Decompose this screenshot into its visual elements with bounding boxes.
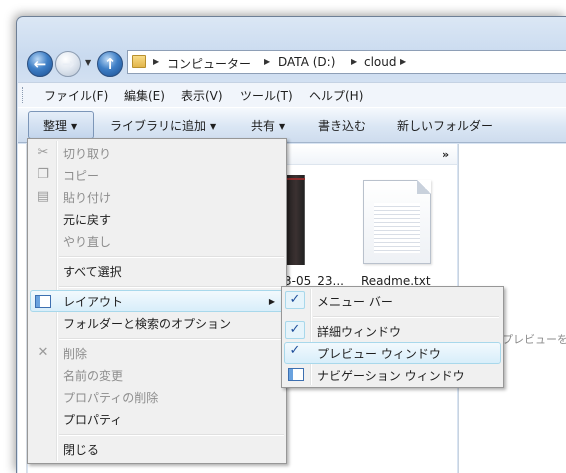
submenu-item-menu-bar[interactable]: ✓ メニュー バー [284,290,501,312]
menu-item-properties[interactable]: プロパティ [30,408,284,430]
menu-item-select-all-label: すべて選択 [63,265,122,279]
menubar-grip [22,87,25,103]
menu-item-properties-label: プロパティ [63,413,123,427]
layout-icon [35,295,51,308]
share-button[interactable]: 共有 ▼ [251,117,285,134]
organize-button[interactable]: 整理 ▼ [43,117,77,134]
menu-separator [59,338,284,340]
crumb-drive[interactable]: DATA (D:) [278,55,335,69]
column-header[interactable] [284,145,457,165]
menu-item-paste-label: 貼り付け [63,191,112,205]
menu-file[interactable]: ファイル(F) [44,87,108,104]
menu-separator [59,286,284,288]
menu-item-folder-options-label: フォルダーと検索のオプション [63,317,232,331]
menu-item-layout-label: レイアウト [63,295,124,309]
submenu-item-menu-bar-label: メニュー バー [317,295,393,309]
menu-item-delete[interactable]: ✕ 削除 [30,342,284,364]
chevron-down-icon: ▼ [71,122,78,131]
folder-icon [132,55,146,68]
menu-item-remove-properties-label: プロパティの削除 [63,391,159,405]
menu-item-undo[interactable]: 元に戻す [30,208,284,230]
submenu-item-preview-pane-label: プレビュー ウィンドウ [317,347,441,361]
clipboard-icon: ▤ [36,189,50,204]
menu-item-copy-label: コピー [63,169,100,183]
crumb-separator-icon[interactable]: ▶ [351,57,357,66]
menu-item-copy[interactable]: ❐ コピー [30,164,284,186]
text-lines-decoration [374,203,420,253]
text-file-icon[interactable] [363,180,431,264]
add-to-library-button[interactable]: ライブラリに追加 ▼ [110,117,216,134]
navigation-pane [18,144,27,473]
submenu-item-details-pane-label: 詳細ウィンドウ [317,325,402,339]
menu-tools[interactable]: ツール(T) [240,87,293,104]
scissors-icon: ✂ [37,145,49,160]
menu-help[interactable]: ヘルプ(H) [309,87,363,104]
chevron-down-icon: ▼ [279,122,286,131]
back-button[interactable]: ← [27,51,53,77]
share-label: 共有 [251,119,276,133]
submenu-item-details-pane[interactable]: ✓ 詳細ウィンドウ [284,320,501,342]
checkmark-icon: ✓ [289,343,301,358]
menu-item-cut-label: 切り取り [63,147,112,161]
navigation-pane-icon [288,368,304,381]
forward-button[interactable]: → [55,51,81,77]
submenu-item-navigation-pane-label: ナビゲーション ウィンドウ [317,369,465,383]
menu-bar: ファイル(F) 編集(E) 表示(V) ツール(T) ヘルプ(H) [18,82,566,107]
submenu-arrow-icon: ▶ [268,297,275,306]
menu-edit[interactable]: 編集(E) [124,87,165,104]
menu-item-undo-label: 元に戻す [63,213,112,227]
crumb-separator-icon[interactable]: ▶ [153,57,159,66]
submenu-item-navigation-pane[interactable]: ナビゲーション ウィンドウ [284,364,501,386]
menu-item-delete-label: 削除 [63,347,88,361]
menu-item-rename-label: 名前の変更 [63,369,124,383]
menu-item-redo[interactable]: やり直し [30,230,284,252]
menu-item-select-all[interactable]: すべて選択 [30,260,284,282]
organize-menu: ✂ 切り取り ❐ コピー ▤ 貼り付け 元に戻す やり直し すべて選択 レイアウ… [27,138,287,464]
crumb-separator-icon[interactable]: ▶ [400,57,406,66]
menu-item-paste[interactable]: ▤ 貼り付け [30,186,284,208]
preview-placeholder: プレビューを [502,333,566,346]
menu-item-cut[interactable]: ✂ 切り取り [30,142,284,164]
crumb-computer[interactable]: コンピューター [167,55,251,72]
menu-item-layout[interactable]: レイアウト ▶ [30,290,284,312]
back-arrow-icon: ← [33,55,47,73]
checkmark-icon: ✓ [285,321,305,339]
menu-item-rename[interactable]: 名前の変更 [30,364,284,386]
menu-item-redo-label: やり直し [63,235,112,249]
recent-pages-caret-icon[interactable]: ▼ [85,58,91,67]
image-thumbnail[interactable] [284,175,305,265]
menu-item-close-label: 閉じる [63,443,100,457]
menu-separator [59,434,284,436]
menu-separator [313,316,499,318]
address-bar[interactable]: ▶ コンピューター ▶ DATA (D:) ▶ cloud ▶ [127,50,566,74]
menu-separator [59,256,284,258]
add-to-library-label: ライブラリに追加 [110,119,207,133]
up-button[interactable]: ↑ [97,51,123,77]
checkmark-icon: ✓ [285,291,305,309]
menu-view[interactable]: 表示(V) [181,87,223,104]
delete-x-icon: ✕ [37,345,49,360]
forward-arrow-icon: → [61,55,75,73]
menu-item-folder-options[interactable]: フォルダーと検索のオプション [30,312,284,334]
chevron-down-icon: ▼ [210,122,217,131]
submenu-item-preview-pane[interactable]: ✓ プレビュー ウィンドウ [284,342,501,364]
menu-item-remove-properties[interactable]: プロパティの削除 [30,386,284,408]
crumb-cloud[interactable]: cloud [364,55,397,69]
copy-icon: ❐ [37,167,49,182]
new-folder-button[interactable]: 新しいフォルダー [397,117,493,134]
burn-button[interactable]: 書き込む [318,117,366,134]
crumb-separator-icon[interactable]: ▶ [264,57,270,66]
menu-item-close[interactable]: 閉じる [30,438,284,460]
up-arrow-icon: ↑ [103,55,117,73]
organize-label: 整理 [43,119,68,133]
more-columns-icon[interactable]: » [442,148,449,161]
layout-submenu: ✓ メニュー バー ✓ 詳細ウィンドウ ✓ プレビュー ウィンドウ ナビゲーショ… [281,286,504,388]
